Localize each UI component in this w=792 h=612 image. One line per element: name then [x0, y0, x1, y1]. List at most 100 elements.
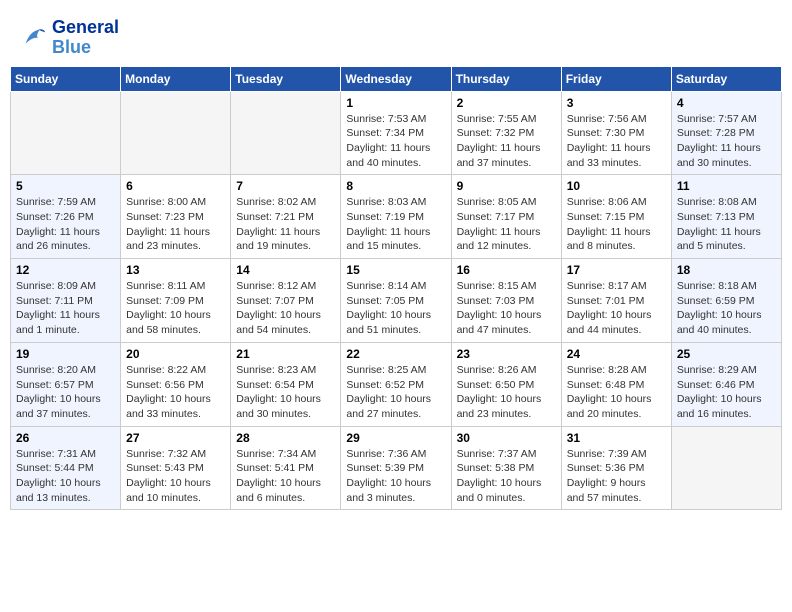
day-number: 1: [346, 96, 445, 110]
day-number: 20: [126, 347, 225, 361]
day-info: Sunrise: 8:15 AMSunset: 7:03 PMDaylight:…: [457, 279, 556, 338]
weekday-header-thursday: Thursday: [451, 66, 561, 91]
day-info: Sunrise: 8:03 AMSunset: 7:19 PMDaylight:…: [346, 195, 445, 254]
calendar-cell: [231, 91, 341, 175]
day-info: Sunrise: 8:17 AMSunset: 7:01 PMDaylight:…: [567, 279, 666, 338]
weekday-header-friday: Friday: [561, 66, 671, 91]
calendar-cell: 19 Sunrise: 8:20 AMSunset: 6:57 PMDayligh…: [11, 342, 121, 426]
day-info: Sunrise: 7:39 AMSunset: 5:36 PMDaylight:…: [567, 447, 666, 506]
calendar-cell: 27 Sunrise: 7:32 AMSunset: 5:43 PMDayligh…: [121, 426, 231, 510]
calendar-cell: 26 Sunrise: 7:31 AMSunset: 5:44 PMDayligh…: [11, 426, 121, 510]
day-number: 30: [457, 431, 556, 445]
day-info: Sunrise: 8:20 AMSunset: 6:57 PMDaylight:…: [16, 363, 115, 422]
calendar-cell: 13Sunrise: 8:11 AMSunset: 7:09 PMDayligh…: [121, 259, 231, 343]
calendar-cell: [11, 91, 121, 175]
day-info: Sunrise: 7:34 AMSunset: 5:41 PMDaylight:…: [236, 447, 335, 506]
day-number: 8: [346, 179, 445, 193]
day-info: Sunrise: 8:26 AMSunset: 6:50 PMDaylight:…: [457, 363, 556, 422]
day-info: Sunrise: 7:37 AMSunset: 5:38 PMDaylight:…: [457, 447, 556, 506]
calendar-cell: 31 Sunrise: 7:39 AMSunset: 5:36 PMDayligh…: [561, 426, 671, 510]
day-number: 17: [567, 263, 666, 277]
day-number: 11: [677, 179, 776, 193]
day-number: 22: [346, 347, 445, 361]
day-number: 5: [16, 179, 115, 193]
calendar-week-4: 19 Sunrise: 8:20 AMSunset: 6:57 PMDayligh…: [11, 342, 782, 426]
calendar-cell: 25 Sunrise: 8:29 AMSunset: 6:46 PMDayligh…: [671, 342, 781, 426]
calendar-cell: 24Sunrise: 8:28 AMSunset: 6:48 PMDayligh…: [561, 342, 671, 426]
day-info: Sunrise: 7:31 AMSunset: 5:44 PMDaylight:…: [16, 447, 115, 506]
calendar-cell: 9 Sunrise: 8:05 AMSunset: 7:17 PMDaylight…: [451, 175, 561, 259]
day-number: 29: [346, 431, 445, 445]
day-info: Sunrise: 8:08 AMSunset: 7:13 PMDaylight:…: [677, 195, 776, 254]
day-number: 25: [677, 347, 776, 361]
calendar-cell: 18 Sunrise: 8:18 AMSunset: 6:59 PMDayligh…: [671, 259, 781, 343]
day-info: Sunrise: 8:22 AMSunset: 6:56 PMDaylight:…: [126, 363, 225, 422]
calendar-cell: 20 Sunrise: 8:22 AMSunset: 6:56 PMDayligh…: [121, 342, 231, 426]
day-info: Sunrise: 8:06 AMSunset: 7:15 PMDaylight:…: [567, 195, 666, 254]
calendar-cell: 6 Sunrise: 8:00 AMSunset: 7:23 PMDaylight…: [121, 175, 231, 259]
calendar-cell: 3 Sunrise: 7:56 AMSunset: 7:30 PMDaylight…: [561, 91, 671, 175]
day-info: Sunrise: 8:02 AMSunset: 7:21 PMDaylight:…: [236, 195, 335, 254]
day-number: 31: [567, 431, 666, 445]
day-number: 10: [567, 179, 666, 193]
day-number: 7: [236, 179, 335, 193]
weekday-header-wednesday: Wednesday: [341, 66, 451, 91]
day-number: 26: [16, 431, 115, 445]
day-info: Sunrise: 8:18 AMSunset: 6:59 PMDaylight:…: [677, 279, 776, 338]
calendar-cell: 1Sunrise: 7:53 AMSunset: 7:34 PMDaylight…: [341, 91, 451, 175]
calendar-cell: 29 Sunrise: 7:36 AMSunset: 5:39 PMDayligh…: [341, 426, 451, 510]
page-header: General Blue: [10, 10, 782, 62]
day-number: 3: [567, 96, 666, 110]
weekday-header-tuesday: Tuesday: [231, 66, 341, 91]
day-number: 21: [236, 347, 335, 361]
day-info: Sunrise: 7:56 AMSunset: 7:30 PMDaylight:…: [567, 112, 666, 171]
weekday-header-saturday: Saturday: [671, 66, 781, 91]
day-number: 2: [457, 96, 556, 110]
day-number: 14: [236, 263, 335, 277]
weekday-header-sunday: Sunday: [11, 66, 121, 91]
calendar-cell: 17 Sunrise: 8:17 AMSunset: 7:01 PMDayligh…: [561, 259, 671, 343]
calendar-week-3: 12Sunrise: 8:09 AMSunset: 7:11 PMDayligh…: [11, 259, 782, 343]
day-number: 12: [16, 263, 115, 277]
day-info: Sunrise: 8:29 AMSunset: 6:46 PMDaylight:…: [677, 363, 776, 422]
day-info: Sunrise: 7:55 AMSunset: 7:32 PMDaylight:…: [457, 112, 556, 171]
logo-text: General Blue: [52, 18, 119, 58]
calendar-cell: 16 Sunrise: 8:15 AMSunset: 7:03 PMDayligh…: [451, 259, 561, 343]
calendar-cell: [121, 91, 231, 175]
day-number: 19: [16, 347, 115, 361]
day-info: Sunrise: 8:28 AMSunset: 6:48 PMDaylight:…: [567, 363, 666, 422]
calendar-cell: [671, 426, 781, 510]
day-info: Sunrise: 8:25 AMSunset: 6:52 PMDaylight:…: [346, 363, 445, 422]
calendar-cell: 4Sunrise: 7:57 AMSunset: 7:28 PMDaylight…: [671, 91, 781, 175]
day-number: 16: [457, 263, 556, 277]
calendar-cell: 10 Sunrise: 8:06 AMSunset: 7:15 PMDayligh…: [561, 175, 671, 259]
logo-icon: [20, 24, 48, 52]
day-info: Sunrise: 8:12 AMSunset: 7:07 PMDaylight:…: [236, 279, 335, 338]
calendar-week-1: 1Sunrise: 7:53 AMSunset: 7:34 PMDaylight…: [11, 91, 782, 175]
day-info: Sunrise: 7:59 AMSunset: 7:26 PMDaylight:…: [16, 195, 115, 254]
day-info: Sunrise: 7:57 AMSunset: 7:28 PMDaylight:…: [677, 112, 776, 171]
calendar-cell: 14 Sunrise: 8:12 AMSunset: 7:07 PMDayligh…: [231, 259, 341, 343]
logo: General Blue: [20, 18, 119, 58]
calendar-cell: 22 Sunrise: 8:25 AMSunset: 6:52 PMDayligh…: [341, 342, 451, 426]
calendar-cell: 8 Sunrise: 8:03 AMSunset: 7:19 PMDaylight…: [341, 175, 451, 259]
day-number: 15: [346, 263, 445, 277]
day-number: 9: [457, 179, 556, 193]
day-info: Sunrise: 7:32 AMSunset: 5:43 PMDaylight:…: [126, 447, 225, 506]
day-number: 27: [126, 431, 225, 445]
weekday-header-monday: Monday: [121, 66, 231, 91]
calendar-cell: 2 Sunrise: 7:55 AMSunset: 7:32 PMDaylight…: [451, 91, 561, 175]
calendar-table: SundayMondayTuesdayWednesdayThursdayFrid…: [10, 66, 782, 511]
day-number: 13: [126, 263, 225, 277]
day-info: Sunrise: 8:14 AMSunset: 7:05 PMDaylight:…: [346, 279, 445, 338]
day-info: Sunrise: 7:36 AMSunset: 5:39 PMDaylight:…: [346, 447, 445, 506]
day-number: 6: [126, 179, 225, 193]
day-info: Sunrise: 8:05 AMSunset: 7:17 PMDaylight:…: [457, 195, 556, 254]
day-number: 18: [677, 263, 776, 277]
calendar-cell: 30 Sunrise: 7:37 AMSunset: 5:38 PMDayligh…: [451, 426, 561, 510]
calendar-week-2: 5 Sunrise: 7:59 AMSunset: 7:26 PMDaylight…: [11, 175, 782, 259]
calendar-cell: 5 Sunrise: 7:59 AMSunset: 7:26 PMDaylight…: [11, 175, 121, 259]
day-info: Sunrise: 8:00 AMSunset: 7:23 PMDaylight:…: [126, 195, 225, 254]
calendar-cell: 28Sunrise: 7:34 AMSunset: 5:41 PMDayligh…: [231, 426, 341, 510]
calendar-week-5: 26 Sunrise: 7:31 AMSunset: 5:44 PMDayligh…: [11, 426, 782, 510]
